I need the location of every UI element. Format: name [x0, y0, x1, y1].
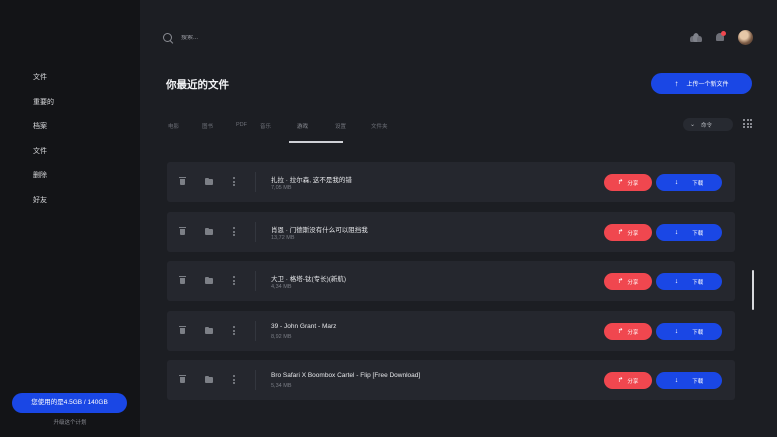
file-name: 大卫 · 格塔-钛(专长)(新航) — [271, 276, 347, 283]
tab-settings[interactable]: 设置 — [335, 122, 371, 142]
search-bar — [163, 33, 261, 43]
arrow-down-icon: ↓ — [674, 328, 679, 335]
tab-folders[interactable]: 文件夹 — [371, 122, 411, 142]
download-label: 下载 — [692, 180, 704, 187]
divider — [255, 222, 256, 242]
upload-file-button[interactable]: ↑ 上传一个新文件 — [651, 73, 752, 94]
page-title: 你最近的文件 — [166, 79, 229, 91]
tab-books[interactable]: 图书 — [202, 122, 236, 142]
trash-icon[interactable] — [179, 326, 187, 335]
folder-icon[interactable] — [205, 276, 213, 285]
file-size: 7,05 MB — [271, 185, 292, 191]
download-button[interactable]: ↓ 下载 — [656, 174, 722, 191]
upgrade-plan-link[interactable]: 升级这个计划 — [0, 418, 140, 426]
user-avatar[interactable] — [738, 30, 753, 45]
share-label: 分享 — [627, 378, 639, 385]
file-size: 5,34 MB — [271, 383, 292, 389]
trash-icon[interactable] — [179, 227, 187, 236]
share-label: 分享 — [627, 180, 639, 187]
file-row: Bro Safari X Boombox Cartel - Flip [Free… — [167, 360, 735, 400]
folder-icon[interactable] — [205, 177, 213, 186]
users-icon[interactable] — [690, 32, 702, 43]
share-label: 分享 — [627, 329, 639, 336]
file-size: 4,34 MB — [271, 284, 292, 290]
arrow-down-icon: ↓ — [674, 377, 679, 384]
search-input[interactable] — [181, 35, 261, 41]
share-label: 分享 — [627, 230, 639, 237]
folder-icon[interactable] — [205, 227, 213, 236]
download-label: 下载 — [692, 279, 704, 286]
file-name: 39 - John Grant - Marz — [271, 323, 337, 330]
notifications-bell-icon[interactable] — [715, 31, 726, 43]
storage-usage-button[interactable]: 您使用的是4.5GB / 140GB — [12, 393, 127, 413]
scrollbar-thumb[interactable] — [752, 270, 754, 310]
download-button[interactable]: ↓ 下载 — [656, 323, 722, 340]
file-size: 13,72 MB — [271, 235, 295, 241]
sidebar-item-archive[interactable]: 档案 — [33, 121, 54, 146]
arrow-down-icon: ↓ — [674, 278, 679, 285]
search-icon[interactable] — [163, 33, 173, 43]
share-icon: ↱ — [617, 328, 624, 335]
more-icon[interactable] — [233, 276, 241, 285]
tab-pdf[interactable]: PDF — [236, 122, 260, 142]
sidebar-nav: 文件 重要的 档案 文件 删除 好友 — [33, 72, 54, 220]
file-name: Bro Safari X Boombox Cartel - Flip [Free… — [271, 372, 421, 379]
more-icon[interactable] — [233, 177, 241, 186]
header-actions — [690, 30, 753, 45]
arrow-down-icon: ↓ — [674, 229, 679, 236]
tab-music[interactable]: 音乐 — [260, 122, 297, 142]
grid-view-icon[interactable] — [743, 119, 752, 128]
folder-icon[interactable] — [205, 326, 213, 335]
download-label: 下载 — [692, 230, 704, 237]
sidebar: 文件 重要的 档案 文件 删除 好友 您使用的是4.5GB / 140GB 升级… — [0, 0, 140, 437]
download-label: 下载 — [692, 329, 704, 336]
sort-dropdown[interactable]: ⌄ 命令 — [683, 118, 733, 131]
divider — [255, 271, 256, 291]
category-tabs: 电影 图书 PDF 音乐 游戏 设置 文件夹 — [168, 122, 411, 143]
file-name: 肖恩 · 门德斯没有什么可以阻挡我 — [271, 227, 368, 234]
folder-icon[interactable] — [205, 375, 213, 384]
arrow-down-icon: ↓ — [674, 179, 679, 186]
share-button[interactable]: ↱ 分享 — [604, 174, 652, 191]
share-button[interactable]: ↱ 分享 — [604, 224, 652, 241]
trash-icon[interactable] — [179, 177, 187, 186]
sidebar-item-documents[interactable]: 文件 — [33, 146, 54, 171]
more-icon[interactable] — [233, 375, 241, 384]
share-label: 分享 — [627, 279, 639, 286]
chevron-down-icon: ⌄ — [690, 122, 696, 128]
divider — [255, 172, 256, 192]
sidebar-item-important[interactable]: 重要的 — [33, 97, 54, 122]
file-size: 8,92 MB — [271, 334, 292, 340]
download-button[interactable]: ↓ 下载 — [656, 224, 722, 241]
download-label: 下载 — [692, 378, 704, 385]
trash-icon[interactable] — [179, 276, 187, 285]
download-button[interactable]: ↓ 下载 — [656, 372, 722, 389]
share-button[interactable]: ↱ 分享 — [604, 273, 652, 290]
more-icon[interactable] — [233, 326, 241, 335]
sidebar-item-friends[interactable]: 好友 — [33, 195, 54, 220]
download-button[interactable]: ↓ 下载 — [656, 273, 722, 290]
file-row: 肖恩 · 门德斯没有什么可以阻挡我 13,72 MB ↱ 分享 ↓ 下载 — [167, 212, 735, 252]
divider — [255, 321, 256, 341]
share-button[interactable]: ↱ 分享 — [604, 323, 652, 340]
file-row: 扎拉 · 拉尔森, 这不是我的错 7,05 MB ↱ 分享 ↓ 下载 — [167, 162, 735, 202]
share-icon: ↱ — [617, 229, 624, 236]
share-icon: ↱ — [617, 377, 624, 384]
tab-movies[interactable]: 电影 — [168, 122, 202, 142]
sort-label: 命令 — [701, 122, 713, 129]
sidebar-item-files[interactable]: 文件 — [33, 72, 54, 97]
file-row: 大卫 · 格塔-钛(专长)(新航) 4,34 MB ↱ 分享 ↓ 下载 — [167, 261, 735, 301]
file-name: 扎拉 · 拉尔森, 这不是我的错 — [271, 177, 352, 184]
tab-games[interactable]: 游戏 — [289, 122, 343, 143]
divider — [255, 370, 256, 390]
arrow-up-icon: ↑ — [674, 78, 679, 88]
file-row: 39 - John Grant - Marz 8,92 MB ↱ 分享 ↓ 下载 — [167, 311, 735, 351]
trash-icon[interactable] — [179, 375, 187, 384]
sidebar-item-deleted[interactable]: 删除 — [33, 170, 54, 195]
share-button[interactable]: ↱ 分享 — [604, 372, 652, 389]
share-icon: ↱ — [617, 278, 624, 285]
share-icon: ↱ — [617, 179, 624, 186]
upload-file-label: 上传一个新文件 — [686, 82, 729, 88]
more-icon[interactable] — [233, 227, 241, 236]
